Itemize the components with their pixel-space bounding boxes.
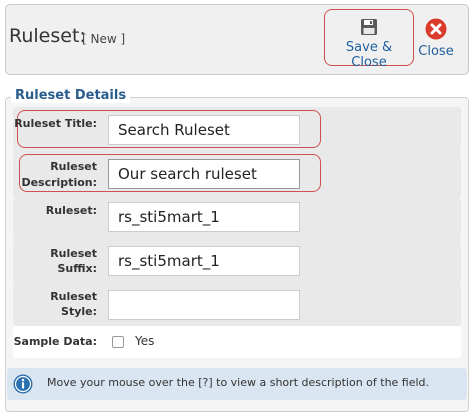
ruleset-description-label-line1: Ruleset — [50, 160, 97, 173]
ruleset-title-input[interactable]: Search Ruleset — [108, 115, 300, 145]
ruleset-suffix-label: Ruleset Suffix: — [50, 247, 97, 275]
info-bar: Move your mouse over the [?] to view a s… — [7, 368, 467, 400]
ruleset-input[interactable]: rs_sti5mart_1 — [108, 202, 300, 232]
page-subtitle: [ New ] — [82, 32, 126, 46]
ruleset-style-label: Ruleset Style: — [50, 290, 97, 318]
page-title: Ruleset: — [9, 25, 86, 47]
fieldset-legend: Ruleset Details — [11, 88, 131, 103]
sample-data-label: Sample Data: — [13, 335, 97, 348]
info-circle-icon — [13, 374, 33, 394]
sample-data-checkbox[interactable] — [112, 336, 124, 348]
ruleset-title-label: Ruleset Title: — [14, 117, 97, 130]
ruleset-style-input[interactable] — [108, 290, 300, 320]
ruleset-description-input[interactable]: Our search ruleset — [108, 159, 300, 189]
floppy-disk-icon — [361, 19, 377, 35]
close-button[interactable]: Close — [417, 18, 455, 59]
close-label: Close — [418, 44, 454, 59]
ruleset-suffix-input[interactable]: rs_sti5mart_1 — [108, 246, 300, 276]
ruleset-label: Ruleset: — [45, 204, 97, 217]
close-circle-icon — [425, 18, 447, 40]
info-text: Move your mouse over the [?] to view a s… — [47, 376, 430, 389]
save-close-button[interactable]: Save & Close — [327, 18, 411, 70]
save-close-label: Save & Close — [345, 40, 393, 70]
sample-data-option-label: Yes — [135, 334, 155, 348]
ruleset-description-label-line2: Description: — [21, 176, 97, 189]
